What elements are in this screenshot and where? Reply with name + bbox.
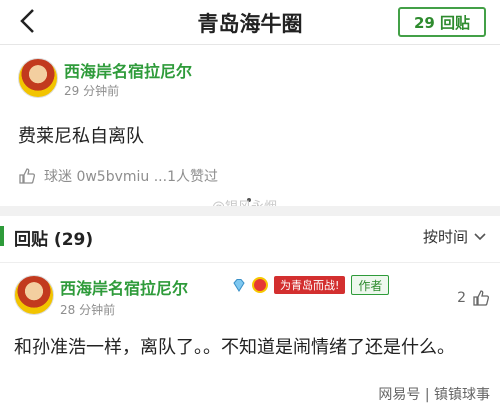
reply-content: 和孙准浩一样，离队了。。不知道是闹情绪了还是什么。	[14, 337, 455, 358]
post-likes[interactable]: 球迷 0w5bvmiu ...1人赞过	[18, 166, 218, 186]
team-badge-icon	[252, 277, 268, 293]
badge-row: 为青岛而战! 作者	[232, 275, 390, 295]
reply-item: 西海岸名宿拉尼尔 为青岛而战! 作者 28 分钟前 2 和孙准浩一样，离队了。。…	[0, 262, 500, 403]
reply-like-count: 2	[457, 290, 466, 306]
fan-banner: 为青岛而战!	[274, 276, 346, 294]
post-time: 29 分钟前	[64, 84, 120, 98]
thumbs-up-icon	[473, 290, 490, 306]
diamond-icon	[233, 279, 245, 292]
replies-title: 回贴 (29)	[14, 230, 94, 250]
original-post: 西海岸名宿拉尼尔 29 分钟前 费莱尼私自离队 球迷 0w5bvmiu ...1…	[0, 44, 500, 202]
avatar[interactable]	[18, 58, 58, 98]
sort-label: 按时间	[422, 228, 468, 246]
reply-like-button[interactable]: 2	[457, 289, 490, 307]
source-watermark: 网易号 | 镇镇球事	[378, 387, 490, 403]
post-content: 费莱尼私自离队	[18, 126, 144, 147]
thumbs-up-icon	[19, 168, 36, 184]
reply-author[interactable]: 西海岸名宿拉尼尔	[60, 275, 188, 299]
post-author[interactable]: 西海岸名宿拉尼尔	[64, 58, 192, 82]
avatar[interactable]	[14, 275, 54, 315]
section-divider	[0, 206, 500, 216]
reply-time: 28 分钟前	[60, 303, 116, 317]
replies-header: 回贴 (29) 按时间	[0, 218, 500, 252]
top-bar: 青岛海牛圈 29 回贴	[0, 0, 500, 45]
likes-text: 球迷 0w5bvmiu ...1人赞过	[44, 169, 218, 185]
accent-bar	[0, 226, 4, 246]
chevron-down-icon	[474, 232, 486, 240]
author-tag: 作者	[351, 275, 390, 295]
sort-dropdown[interactable]: 按时间	[423, 226, 486, 247]
reply-count-button[interactable]: 29 回贴	[398, 7, 486, 37]
